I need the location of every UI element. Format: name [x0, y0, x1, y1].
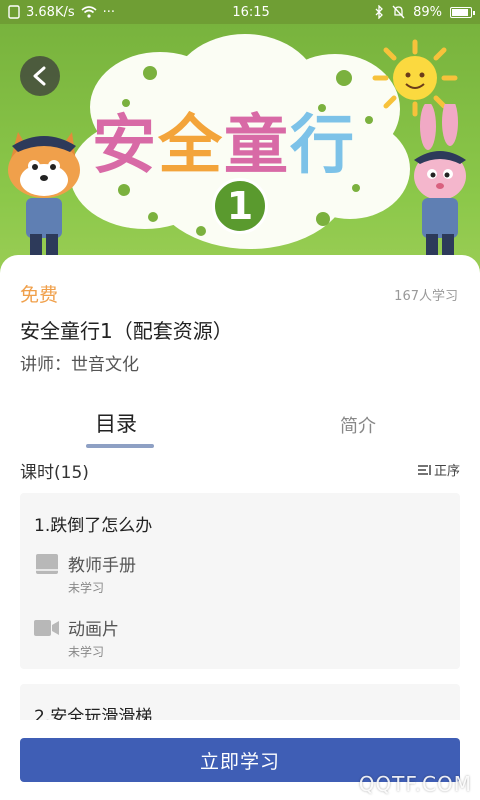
bottom-action-bar: 立即学习 QQTF.COM [0, 720, 480, 800]
lesson-card[interactable]: 1.跌倒了怎么办 教师手册 未学习 动画片 未学习 [20, 493, 460, 669]
resource-name: 教师手册 [68, 556, 136, 576]
wifi-icon [81, 6, 97, 18]
sort-order-button[interactable]: 正序 [417, 460, 460, 479]
more-indicator: ··· [102, 4, 116, 20]
site-watermark: QQTF.COM [358, 772, 472, 796]
battery-icon [450, 6, 475, 18]
banner-char: 童 [224, 109, 290, 183]
resource-status: 未学习 [68, 645, 105, 659]
mute-bell-icon [392, 5, 405, 19]
battery-percent: 89% [413, 4, 442, 20]
chevron-left-icon [33, 66, 46, 86]
course-banner: 安全童行 1 [0, 24, 480, 274]
sort-list-icon [417, 464, 431, 475]
lesson-title: 1.跌倒了怎么办 [34, 516, 153, 536]
tab-catalog[interactable]: 目录 [95, 408, 137, 438]
clock: 16:15 [232, 4, 270, 20]
back-button[interactable] [20, 56, 60, 96]
network-speed: 3.68K/s [26, 4, 75, 20]
active-tab-indicator [86, 444, 154, 448]
sort-label: 正序 [433, 464, 460, 479]
status-bar: 3.68K/s ··· 16:15 89% [0, 0, 480, 24]
resource-status: 未学习 [68, 581, 105, 595]
bluetooth-icon [375, 5, 384, 19]
resource-item[interactable]: 动画片 未学习 [34, 615, 434, 665]
price-label: 免费 [20, 284, 59, 306]
sim-icon [8, 5, 20, 19]
fox-police-illustration [8, 132, 80, 274]
banner-title-art: 安全童行 [92, 94, 392, 186]
banner-char: 安 [92, 109, 158, 183]
lessons-header: 课时(15) 正序 [20, 458, 460, 483]
resource-name: 动画片 [68, 620, 119, 640]
book-icon [36, 554, 58, 574]
tab-intro[interactable]: 简介 [340, 412, 376, 438]
video-camera-icon [34, 620, 59, 636]
teacher-name: 讲师：世音文化 [20, 355, 139, 375]
rabbit-police-illustration [414, 104, 466, 274]
banner-char: 行 [290, 109, 356, 183]
lesson-count: 课时(15) [20, 463, 89, 483]
volume-number-badge: 1 [212, 178, 268, 234]
tab-bar: 目录 简介 [0, 408, 480, 456]
course-title: 安全童行1（配套资源） [20, 319, 233, 343]
resource-item[interactable]: 教师手册 未学习 [34, 551, 434, 601]
learner-count: 167人学习 [394, 289, 458, 304]
banner-char: 全 [158, 109, 224, 183]
course-info-card: 免费 167人学习 安全童行1（配套资源） 讲师：世音文化 [0, 255, 480, 400]
